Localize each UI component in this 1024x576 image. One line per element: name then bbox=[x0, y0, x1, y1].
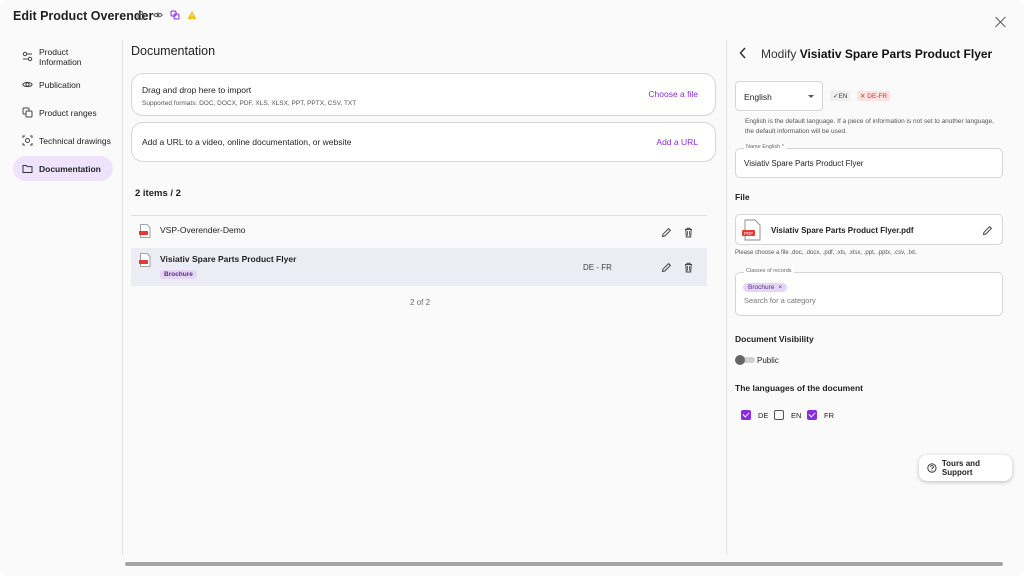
documentation-section: Documentation Drag and drop here to impo… bbox=[131, 40, 716, 560]
copy-icon bbox=[22, 107, 33, 118]
lang-ok-label: EN bbox=[838, 93, 848, 100]
delete-icon[interactable] bbox=[683, 227, 694, 238]
language-status-complete: ✓EN bbox=[830, 91, 851, 101]
eye-icon bbox=[153, 12, 163, 18]
language-select[interactable]: English bbox=[735, 81, 823, 111]
language-status-missing: ✕ DE-FR bbox=[857, 91, 891, 101]
checkbox-en[interactable] bbox=[774, 410, 784, 420]
dropzone-formats: Supported formats: DOC, DOCX, PDF, XLS, … bbox=[142, 100, 357, 107]
edit-icon[interactable] bbox=[982, 225, 993, 236]
pagination: 2 of 2 bbox=[410, 298, 431, 307]
edit-icon[interactable] bbox=[661, 262, 672, 273]
name-field[interactable]: Name English * Visiativ Spare Parts Prod… bbox=[735, 144, 1003, 178]
dialog-header: Edit Product Overender bbox=[0, 0, 1024, 34]
sidebar-item-publication[interactable]: Publication bbox=[13, 72, 113, 97]
checkbox-fr-label: FR bbox=[824, 411, 834, 420]
delete-icon[interactable] bbox=[683, 262, 694, 273]
visibility-toggle[interactable] bbox=[735, 355, 755, 365]
warning-icon bbox=[187, 11, 197, 19]
sliders-icon bbox=[22, 51, 33, 62]
add-url-button[interactable]: Add a URL bbox=[656, 137, 698, 147]
sidebar: Product Information Publication Product … bbox=[0, 40, 122, 560]
languages-heading: The languages of the document bbox=[735, 383, 863, 393]
back-arrow-icon[interactable] bbox=[738, 47, 748, 59]
pdf-file-icon bbox=[139, 224, 151, 238]
table-row-selected[interactable]: Visiativ Spare Parts Product Flyer Broch… bbox=[131, 248, 707, 286]
table-row[interactable]: VSP-Overender-Demo bbox=[131, 216, 707, 248]
file-format-hint: Please choose a file .doc, .docx, .pdf, … bbox=[735, 250, 917, 256]
file-box: PDF Visiativ Spare Parts Product Flyer.p… bbox=[735, 214, 1003, 245]
tours-and-support-button[interactable]: Tours and Support bbox=[919, 455, 1012, 481]
url-box[interactable]: Add a URL to a video, online documentati… bbox=[131, 122, 716, 162]
sidebar-divider bbox=[122, 40, 123, 555]
default-language-info: English is the default language. If a pi… bbox=[745, 118, 994, 135]
sidebar-item-label: Product Information bbox=[39, 46, 82, 67]
sidebar-item-label: Publication bbox=[39, 79, 81, 90]
panel-title: Modify Visiativ Spare Parts Product Flye… bbox=[761, 47, 992, 61]
remove-chip-icon[interactable]: × bbox=[778, 284, 782, 291]
checkbox-de[interactable] bbox=[741, 410, 751, 420]
sidebar-item-label: Technical drawings bbox=[39, 135, 111, 146]
choose-file-button[interactable]: Choose a file bbox=[648, 89, 698, 99]
file-heading: File bbox=[735, 192, 750, 202]
category-chip: Brochure × bbox=[743, 283, 788, 292]
panel-title-name: Visiativ Spare Parts Product Flyer bbox=[799, 47, 993, 61]
document-name: VSP-Overender-Demo bbox=[160, 225, 246, 235]
sidebar-item-label: Documentation bbox=[39, 163, 101, 174]
drawing-icon bbox=[22, 135, 33, 146]
cross-icon: ✕ bbox=[860, 93, 866, 100]
visibility-label: Public bbox=[757, 356, 779, 365]
horizontal-scrollbar[interactable] bbox=[125, 562, 1003, 566]
classes-field[interactable]: Classes of records Brochure × bbox=[735, 268, 1003, 316]
sidebar-item-technical-drawings[interactable]: Technical drawings bbox=[13, 128, 113, 153]
toggle-knob bbox=[735, 355, 745, 365]
edit-icon[interactable] bbox=[661, 227, 672, 238]
dialog-title: Edit Product Overender bbox=[13, 9, 154, 23]
section-title: Documentation bbox=[131, 44, 216, 58]
sidebar-item-product-ranges[interactable]: Product ranges bbox=[13, 100, 113, 125]
document-name: Visiativ Spare Parts Product Flyer bbox=[160, 254, 297, 264]
close-icon[interactable] bbox=[995, 16, 1007, 28]
panel-title-prefix: Modify bbox=[761, 47, 797, 61]
category-search-input[interactable] bbox=[744, 296, 944, 305]
sidebar-item-documentation[interactable]: Documentation bbox=[13, 156, 113, 181]
name-field-label: Name English * bbox=[744, 144, 786, 150]
file-name: Visiativ Spare Parts Product Flyer.pdf bbox=[771, 226, 914, 235]
language-select-value: English bbox=[744, 92, 772, 102]
category-badge: Brochure bbox=[160, 270, 197, 279]
classes-field-label: Classes of records bbox=[744, 268, 794, 274]
tours-and-support-label: Tours and Support bbox=[941, 459, 980, 477]
checkbox-de-label: DE bbox=[758, 411, 769, 420]
visibility-heading: Document Visibility bbox=[735, 334, 814, 344]
chevron-down-icon bbox=[808, 95, 814, 98]
category-chip-label: Brochure bbox=[748, 284, 775, 291]
name-field-value[interactable]: Visiativ Spare Parts Product Flyer bbox=[744, 159, 863, 168]
checkbox-en-label: EN bbox=[791, 411, 802, 420]
eye-icon bbox=[22, 81, 33, 88]
edit-product-dialog: Edit Product Overender Product Informati… bbox=[0, 0, 1024, 576]
link-icon bbox=[170, 10, 180, 20]
lang-missing-label: DE-FR bbox=[867, 93, 888, 100]
items-count: 2 items / 2 bbox=[135, 188, 181, 199]
svg-text:PDF: PDF bbox=[744, 231, 753, 236]
checkbox-fr[interactable] bbox=[807, 410, 817, 420]
help-circle-icon bbox=[927, 463, 937, 473]
folder-icon bbox=[22, 165, 33, 173]
lock-icon bbox=[137, 11, 145, 20]
modify-panel: Modify Visiativ Spare Parts Product Flye… bbox=[727, 34, 1024, 560]
sidebar-item-label: Product ranges bbox=[39, 107, 97, 118]
file-dropzone[interactable]: Drag and drop here to import Supported f… bbox=[131, 73, 716, 116]
dropzone-title: Drag and drop here to import bbox=[142, 85, 252, 95]
pdf-file-icon bbox=[139, 253, 151, 267]
sidebar-item-product-information[interactable]: Product Information bbox=[13, 44, 113, 69]
status-icons bbox=[136, 10, 197, 20]
pdf-file-icon: PDF bbox=[742, 219, 761, 241]
document-languages: DE - FR bbox=[583, 263, 612, 272]
url-box-title: Add a URL to a video, online documentati… bbox=[142, 137, 352, 147]
